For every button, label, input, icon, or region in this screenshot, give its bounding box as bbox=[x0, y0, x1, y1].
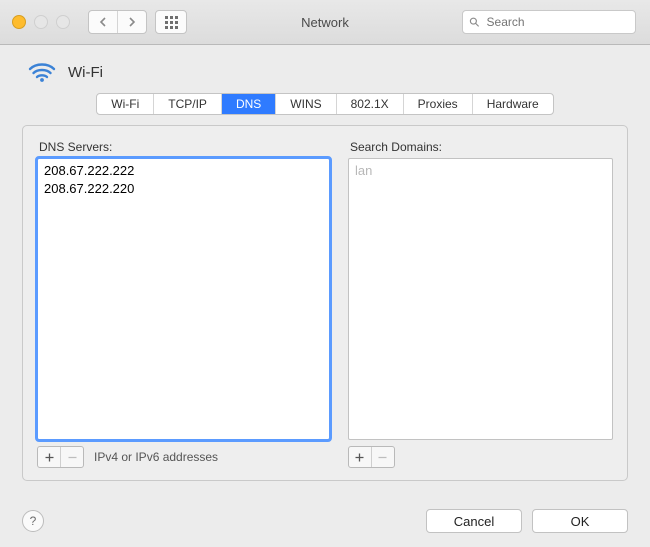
dns-add-remove-row: IPv4 or IPv6 addresses bbox=[37, 446, 330, 468]
tab-802-1x[interactable]: 802.1X bbox=[337, 94, 404, 114]
dns-server-entry[interactable]: 208.67.222.220 bbox=[44, 180, 323, 198]
cancel-button[interactable]: Cancel bbox=[426, 509, 522, 533]
titlebar: Network bbox=[0, 0, 650, 45]
dns-pane: DNS Servers: 208.67.222.222208.67.222.22… bbox=[22, 125, 628, 481]
show-all-button[interactable] bbox=[155, 10, 187, 34]
traffic-light-close[interactable] bbox=[12, 15, 26, 29]
minus-icon bbox=[378, 453, 387, 462]
ok-button[interactable]: OK bbox=[532, 509, 628, 533]
dns-servers-list[interactable]: 208.67.222.222208.67.222.220 bbox=[37, 158, 330, 440]
search-domains-label: Search Domains: bbox=[350, 140, 613, 154]
interface-header: Wi-Fi bbox=[28, 61, 628, 83]
tab-hardware[interactable]: Hardware bbox=[473, 94, 553, 114]
minus-icon bbox=[68, 453, 77, 462]
footer: ? Cancel OK bbox=[22, 509, 628, 533]
back-button[interactable] bbox=[89, 11, 117, 33]
traffic-light-minimize[interactable] bbox=[34, 15, 48, 29]
content-area: Wi-Fi Wi-FiTCP/IPDNSWINS802.1XProxiesHar… bbox=[0, 45, 650, 547]
search-domains-list[interactable]: lan bbox=[348, 158, 613, 440]
dns-server-entry[interactable]: 208.67.222.222 bbox=[44, 162, 323, 180]
plus-icon bbox=[45, 453, 54, 462]
chevron-left-icon bbox=[99, 17, 107, 27]
tab-proxies[interactable]: Proxies bbox=[404, 94, 473, 114]
chevron-right-icon bbox=[128, 17, 136, 27]
search-domains-column: Search Domains: lan bbox=[348, 140, 613, 468]
dns-servers-column: DNS Servers: 208.67.222.222208.67.222.22… bbox=[37, 140, 330, 468]
window-controls bbox=[12, 15, 70, 29]
search-domain-placeholder: lan bbox=[355, 162, 606, 180]
dns-add-button[interactable] bbox=[38, 447, 60, 467]
wifi-icon bbox=[28, 61, 56, 83]
nav-buttons bbox=[88, 10, 147, 34]
dns-hint: IPv4 or IPv6 addresses bbox=[94, 450, 218, 464]
search-domains-add-remove-row bbox=[348, 446, 613, 468]
help-icon: ? bbox=[30, 514, 37, 528]
tab-dns[interactable]: DNS bbox=[222, 94, 276, 114]
help-button[interactable]: ? bbox=[22, 510, 44, 532]
search-field[interactable] bbox=[462, 10, 636, 34]
forward-button[interactable] bbox=[117, 11, 146, 33]
grid-icon bbox=[165, 16, 178, 29]
search-domains-remove-button[interactable] bbox=[371, 447, 394, 467]
search-input[interactable] bbox=[485, 14, 629, 30]
tab-bar: Wi-FiTCP/IPDNSWINS802.1XProxiesHardware bbox=[96, 93, 553, 115]
search-domains-plus-minus bbox=[348, 446, 395, 468]
plus-icon bbox=[355, 453, 364, 462]
tab-wins[interactable]: WINS bbox=[276, 94, 336, 114]
dns-remove-button[interactable] bbox=[60, 447, 83, 467]
dns-plus-minus bbox=[37, 446, 84, 468]
search-domains-add-button[interactable] bbox=[349, 447, 371, 467]
tab-wi-fi[interactable]: Wi-Fi bbox=[97, 94, 154, 114]
tab-tcp-ip[interactable]: TCP/IP bbox=[154, 94, 222, 114]
traffic-light-zoom[interactable] bbox=[56, 15, 70, 29]
interface-name: Wi-Fi bbox=[68, 64, 103, 81]
search-icon bbox=[469, 16, 480, 28]
dns-servers-label: DNS Servers: bbox=[39, 140, 330, 154]
